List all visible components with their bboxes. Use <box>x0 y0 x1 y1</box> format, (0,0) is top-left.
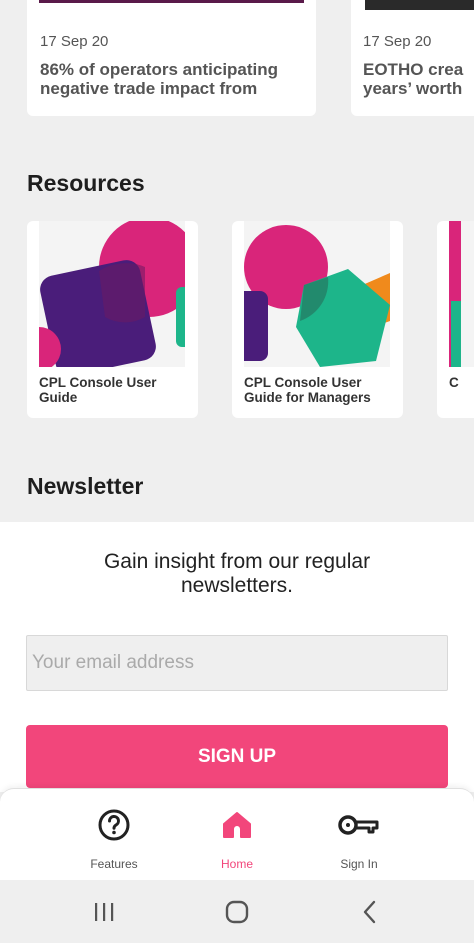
newsletter-heading: Newsletter <box>27 473 144 499</box>
resource-label: CPL Console User Guide for Managers <box>244 375 371 405</box>
back-icon[interactable] <box>345 897 395 927</box>
recents-icon[interactable] <box>79 897 129 927</box>
nav-label: Home <box>220 857 253 871</box>
home-icon <box>187 807 287 843</box>
home-circle-icon[interactable] <box>212 897 262 927</box>
resource-thumbnail <box>449 221 474 367</box>
system-nav-bar <box>0 880 474 943</box>
nav-label: Features <box>90 857 138 871</box>
news-title-line: years’ worth <box>363 79 463 98</box>
newsletter-panel: Gain insight from our regular newsletter… <box>0 522 474 792</box>
nav-item-features[interactable]: Features <box>64 807 164 871</box>
news-carousel: 17 Sep 20 86% of operators anticipating … <box>0 0 474 116</box>
news-title-line: 86% of operators anticipating <box>40 60 279 79</box>
news-card[interactable]: 17 Sep 20 86% of operators anticipating … <box>27 0 316 116</box>
news-title: 86% of operators anticipating negative t… <box>40 60 306 98</box>
resource-card[interactable]: CPL Console User Guide for Managers <box>232 221 403 418</box>
news-title-line: negative trade impact from <box>40 79 258 98</box>
bottom-nav: Features Home Sign In <box>0 788 474 880</box>
news-image <box>39 0 304 3</box>
resource-label: C <box>449 375 459 390</box>
resource-card[interactable]: CPL Console User Guide <box>27 221 198 418</box>
news-date: 17 Sep 20 <box>40 33 109 50</box>
resources-heading: Resources <box>27 170 145 196</box>
resource-card[interactable]: C <box>437 221 474 418</box>
signup-button[interactable]: SIGN UP <box>26 725 448 788</box>
resource-thumbnail <box>244 221 390 367</box>
resources-carousel: CPL Console User Guide CPL Console User … <box>0 221 474 419</box>
nav-label: Sign In <box>340 857 378 871</box>
newsletter-text: Gain insight from our regular newsletter… <box>103 550 371 597</box>
news-image <box>365 0 474 10</box>
news-card[interactable]: 17 Sep 20 EOTHO crea years’ worth <box>351 0 474 116</box>
news-title-line: EOTHO crea <box>363 60 464 79</box>
news-date: 17 Sep 20 <box>363 33 432 50</box>
email-field[interactable] <box>26 635 448 691</box>
news-title: EOTHO crea years’ worth <box>363 60 463 98</box>
resource-thumbnail <box>39 221 185 367</box>
key-icon <box>309 807 409 843</box>
nav-item-home[interactable]: Home <box>187 807 287 871</box>
nav-item-sign-in[interactable]: Sign In <box>309 807 409 871</box>
help-circle-icon <box>64 807 164 843</box>
resource-label: CPL Console User Guide <box>39 375 157 405</box>
